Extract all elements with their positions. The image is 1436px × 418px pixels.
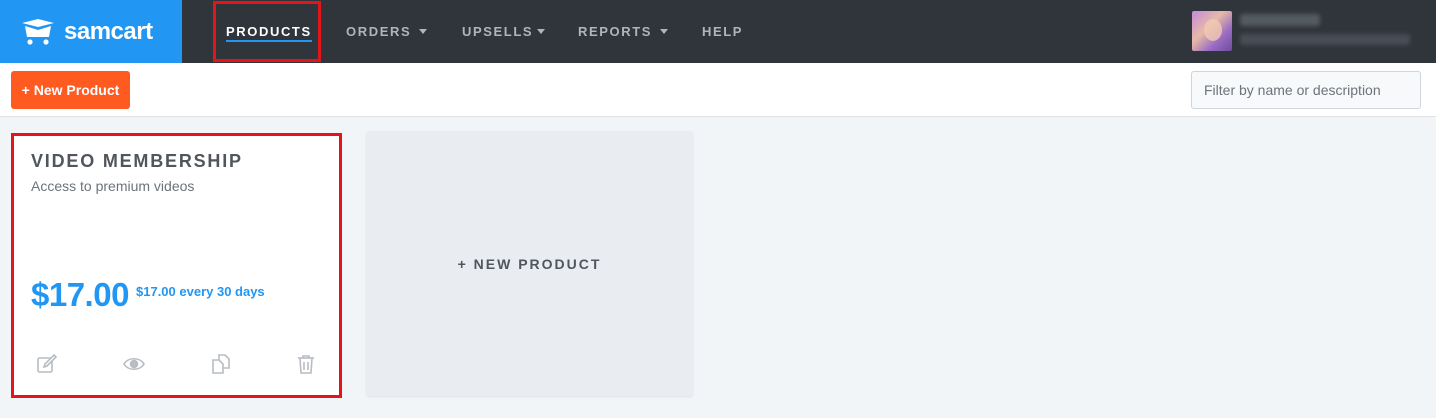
product-actions xyxy=(14,351,339,381)
product-title: VIDEO MEMBERSHIP xyxy=(31,151,243,171)
product-card[interactable]: VIDEO MEMBERSHIP Access to premium video… xyxy=(11,133,342,398)
trash-icon[interactable] xyxy=(293,351,319,377)
active-underline xyxy=(226,40,312,42)
nav-help-label: HELP xyxy=(702,24,744,39)
top-nav-bar: samcart PRODUCTS ORDERS UPSELLS REPORTS … xyxy=(0,0,1436,63)
cart-logo-icon xyxy=(22,18,54,45)
eye-icon[interactable] xyxy=(121,351,147,377)
nav-upsells[interactable]: UPSELLS xyxy=(462,0,546,63)
user-name-blurred[interactable] xyxy=(1240,14,1320,26)
product-price: $17.00 xyxy=(31,276,129,313)
nav-products[interactable]: PRODUCTS xyxy=(226,0,312,63)
product-recurring-price: $17.00 every 30 days xyxy=(136,284,265,299)
nav-upsells-label: UPSELLS xyxy=(462,24,534,39)
nav-orders[interactable]: ORDERS xyxy=(346,0,428,63)
copy-icon[interactable] xyxy=(208,351,234,377)
filter-input[interactable] xyxy=(1191,71,1421,109)
nav-reports[interactable]: REPORTS xyxy=(578,0,669,63)
caret-down-icon xyxy=(537,29,546,34)
product-description: Access to premium videos xyxy=(31,178,195,194)
nav-reports-label: REPORTS xyxy=(578,24,653,39)
samcart-logo[interactable]: samcart xyxy=(0,0,182,63)
avatar[interactable] xyxy=(1192,11,1232,51)
edit-icon[interactable] xyxy=(34,351,60,377)
logo-text: samcart xyxy=(64,17,153,45)
caret-down-icon xyxy=(660,29,669,34)
nav-orders-label: ORDERS xyxy=(346,24,412,39)
toolbar: + New Product xyxy=(0,63,1436,117)
caret-down-icon xyxy=(419,29,428,34)
user-email-blurred[interactable] xyxy=(1240,34,1410,45)
nav-help[interactable]: HELP xyxy=(702,0,743,63)
new-product-card-label: + NEW PRODUCT xyxy=(457,255,602,272)
new-product-button[interactable]: + New Product xyxy=(11,71,130,109)
new-product-card[interactable]: + NEW PRODUCT xyxy=(366,131,693,396)
nav-products-label: PRODUCTS xyxy=(226,24,312,39)
